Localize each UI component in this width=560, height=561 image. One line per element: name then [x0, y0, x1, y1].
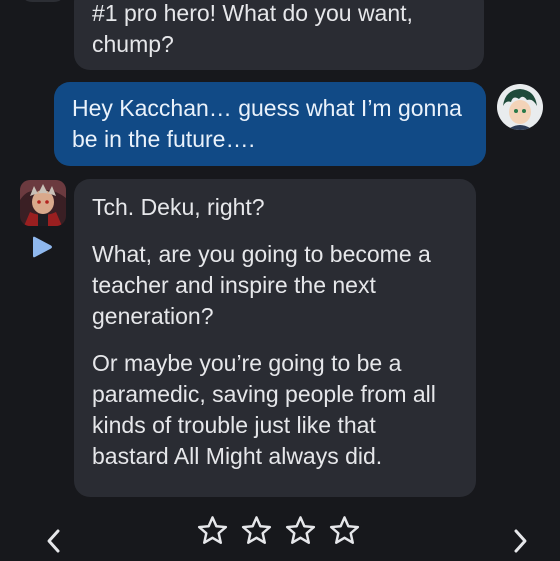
play-icon: [33, 236, 52, 258]
bot-message-bubble: Tch. Deku, right? What, are you going to…: [74, 179, 476, 497]
message-text: What, are you going to become a teacher …: [92, 241, 431, 329]
play-audio-button[interactable]: [30, 236, 54, 258]
message-text: Or maybe you’re going to be a paramedic,…: [92, 350, 436, 469]
star-2-icon[interactable]: [240, 514, 273, 547]
previous-response-button[interactable]: [40, 526, 68, 556]
message-text: Hey Kacchan… guess what I’m gonna be in …: [72, 95, 462, 152]
bot-message-bubble: #1 pro hero! What do you want, chump?: [74, 0, 484, 70]
next-response-button[interactable]: [506, 526, 534, 556]
message-text: Tch. Deku, right?: [92, 194, 265, 220]
chevron-left-icon: [47, 529, 60, 553]
star-1-icon[interactable]: [196, 514, 229, 547]
bot-avatar[interactable]: [20, 180, 66, 226]
message-text: #1 pro hero! What do you want, chump?: [92, 0, 413, 57]
bot-avatar-partial: [20, 0, 66, 2]
star-4-icon[interactable]: [328, 514, 361, 547]
user-message-bubble: Hey Kacchan… guess what I’m gonna be in …: [54, 82, 486, 166]
chevron-right-icon: [514, 529, 527, 553]
rating-stars: [196, 514, 361, 548]
user-avatar[interactable]: [497, 84, 543, 130]
star-3-icon[interactable]: [284, 514, 317, 547]
